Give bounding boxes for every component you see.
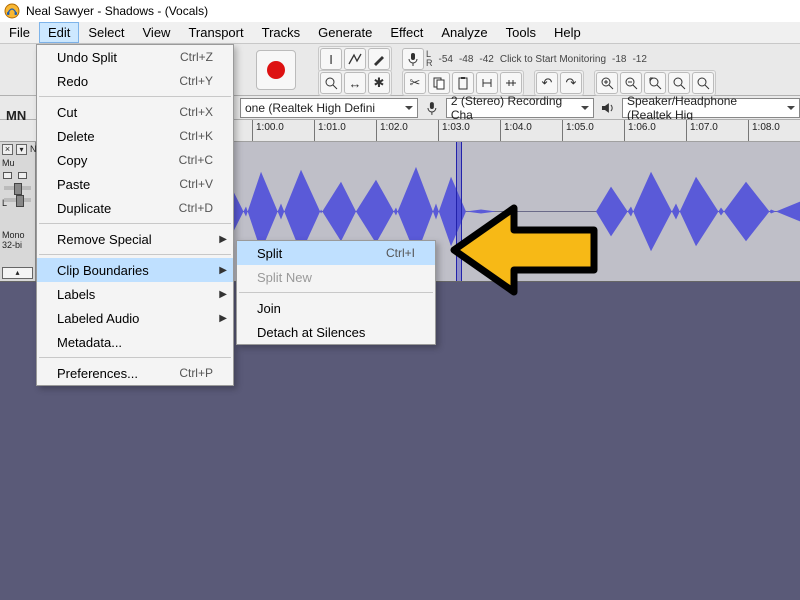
menu-item-detach-at-silences[interactable]: Detach at Silences (237, 320, 435, 344)
edit-menu-popup: Undo SplitCtrl+Z RedoCtrl+Y CutCtrl+X De… (36, 44, 234, 386)
tick-label: 1:08.0 (752, 122, 780, 133)
menu-item-metadata[interactable]: Metadata... (37, 330, 233, 354)
menubar: File Edit Select View Transport Tracks G… (0, 22, 800, 44)
gain-slider[interactable] (4, 186, 31, 190)
output-device-value: Speaker/Headphone (Realtek Hig (627, 94, 781, 122)
menu-effect[interactable]: Effect (381, 22, 432, 43)
copy-icon[interactable] (428, 72, 450, 94)
menu-edit[interactable]: Edit (39, 22, 79, 43)
meter-label: -18 (612, 54, 626, 65)
trim-icon[interactable] (476, 72, 498, 94)
menu-separator (239, 292, 433, 293)
menu-tracks[interactable]: Tracks (253, 22, 310, 43)
input-device-combo[interactable]: one (Realtek High Defini (240, 98, 418, 118)
menu-separator (39, 96, 231, 97)
menu-item-split[interactable]: SplitCtrl+I (237, 241, 435, 265)
mute-button[interactable] (3, 172, 12, 179)
titlebar: Neal Sawyer - Shadows - (Vocals) (0, 0, 800, 22)
track-control-panel[interactable]: × ▾ N Mu L Mono32-bi ▴ (0, 142, 36, 281)
clip-boundaries-submenu: SplitCtrl+I Split New Join Detach at Sil… (236, 240, 436, 345)
tick-label: 1:02.0 (380, 122, 408, 133)
menu-item-undo[interactable]: Undo SplitCtrl+Z (37, 45, 233, 69)
mic-icon[interactable] (402, 48, 424, 70)
meter-label: -54 (439, 54, 453, 65)
tick-label: 1:04.0 (504, 122, 532, 133)
menu-analyze[interactable]: Analyze (432, 22, 496, 43)
menu-item-labels[interactable]: Labels▶ (37, 282, 233, 306)
window-title: Neal Sawyer - Shadows - (Vocals) (26, 4, 208, 18)
pan-slider[interactable] (4, 198, 31, 202)
menu-generate[interactable]: Generate (309, 22, 381, 43)
channels-value: 2 (Stereo) Recording Cha (451, 94, 575, 122)
menu-item-remove-special[interactable]: Remove Special▶ (37, 227, 233, 251)
silence-icon[interactable] (500, 72, 522, 94)
redo-icon[interactable]: ↷ (560, 72, 582, 94)
envelope-tool-icon[interactable] (344, 48, 366, 70)
menu-item-redo[interactable]: RedoCtrl+Y (37, 69, 233, 93)
selection-tool-icon[interactable]: I (320, 48, 342, 70)
tools-toolbar: I (318, 46, 392, 72)
mic-icon (424, 100, 440, 116)
menu-item-cut[interactable]: CutCtrl+X (37, 100, 233, 124)
channels-combo[interactable]: 2 (Stereo) Recording Cha (446, 98, 594, 118)
track-close-button[interactable]: × (2, 144, 13, 155)
app-icon (4, 3, 20, 19)
meter-label: -12 (632, 54, 646, 65)
menu-item-join[interactable]: Join (237, 296, 435, 320)
speaker-icon (600, 100, 616, 116)
menu-item-clip-boundaries[interactable]: Clip Boundaries▶ (37, 258, 233, 282)
fit-selection-icon[interactable] (644, 72, 666, 94)
menu-item-split-new[interactable]: Split New (237, 265, 435, 289)
zoom-in-icon[interactable] (596, 72, 618, 94)
zoom-out-icon[interactable] (620, 72, 642, 94)
menu-item-copy[interactable]: CopyCtrl+C (37, 148, 233, 172)
undo-icon[interactable]: ↶ (536, 72, 558, 94)
meter-label: -48 (459, 54, 473, 65)
track-type: Mono32-bi (2, 230, 25, 250)
menu-item-labeled-audio[interactable]: Labeled Audio▶ (37, 306, 233, 330)
menu-file[interactable]: File (0, 22, 39, 43)
meter-hint: Click to Start Monitoring (500, 54, 606, 65)
cut-icon[interactable]: ✂ (404, 72, 426, 94)
meter-label: -42 (479, 54, 493, 65)
tick-label: 1:06.0 (628, 122, 656, 133)
track-menu-button[interactable]: ▾ (16, 144, 27, 155)
menu-tools[interactable]: Tools (497, 22, 545, 43)
menu-item-duplicate[interactable]: DuplicateCtrl+D (37, 196, 233, 220)
zoom-toggle-icon[interactable] (692, 72, 714, 94)
fit-project-icon[interactable] (668, 72, 690, 94)
track-collapse-button[interactable]: ▴ (2, 267, 33, 279)
edit-toolbar: ✂ (402, 70, 524, 96)
draw-tool-icon[interactable] (368, 48, 390, 70)
output-device-combo[interactable]: Speaker/Headphone (Realtek Hig (622, 98, 800, 118)
tick-label: 1:05.0 (566, 122, 594, 133)
tick-label: 1:00.0 (256, 122, 284, 133)
menu-transport[interactable]: Transport (179, 22, 252, 43)
timeshift-tool-icon[interactable]: ↔ (344, 72, 366, 94)
menu-separator (39, 254, 231, 255)
menu-select[interactable]: Select (79, 22, 133, 43)
menu-separator (39, 223, 231, 224)
menu-view[interactable]: View (134, 22, 180, 43)
multi-tool-icon[interactable]: ✱ (368, 72, 390, 94)
zoom-tool-icon[interactable] (320, 72, 342, 94)
menu-separator (39, 357, 231, 358)
tick-label: 1:07.0 (690, 122, 718, 133)
track-mu-label: Mu (2, 158, 15, 168)
menu-item-preferences[interactable]: Preferences...Ctrl+P (37, 361, 233, 385)
input-device-value: one (Realtek High Defini (245, 101, 375, 115)
record-meter[interactable]: -54 -48 -42 Click to Start Monitoring -1… (435, 54, 651, 65)
menu-item-delete[interactable]: DeleteCtrl+K (37, 124, 233, 148)
paste-icon[interactable] (452, 72, 474, 94)
menu-item-paste[interactable]: PasteCtrl+V (37, 172, 233, 196)
zoom-toolbar: ↔ ✱ (318, 70, 392, 96)
annotation-arrow-icon (444, 200, 604, 300)
tick-label: 1:03.0 (442, 122, 470, 133)
menu-help[interactable]: Help (545, 22, 590, 43)
tick-label: 1:01.0 (318, 122, 346, 133)
solo-button[interactable] (18, 172, 27, 179)
